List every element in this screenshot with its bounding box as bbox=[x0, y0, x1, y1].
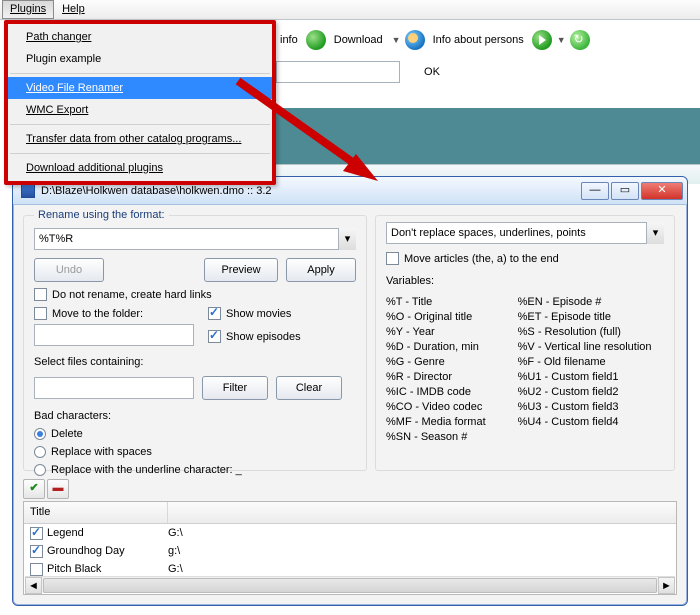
undo-button[interactable]: Undo bbox=[34, 258, 104, 282]
toolbar-info-persons-label[interactable]: Info about persons bbox=[429, 34, 528, 46]
menu-help[interactable]: Help bbox=[54, 0, 93, 19]
menu-item-video-file-renamer[interactable]: Video File Renamer bbox=[8, 77, 272, 99]
bad-chars-label: Bad characters: bbox=[34, 410, 356, 422]
menu-item-path-changer[interactable]: Path changer bbox=[8, 26, 272, 48]
apply-button[interactable]: Apply bbox=[286, 258, 356, 282]
menu-separator bbox=[10, 153, 270, 154]
bad-chars-underline-radio[interactable]: Replace with the underline character: _ bbox=[34, 464, 356, 476]
list-row[interactable]: Groundhog Day g:\ bbox=[24, 542, 676, 560]
col-path[interactable] bbox=[168, 502, 676, 523]
ok-button[interactable]: OK bbox=[404, 60, 460, 84]
toolbar-info-label[interactable]: info bbox=[276, 34, 302, 46]
bad-chars-delete-radio[interactable]: Delete bbox=[34, 428, 356, 440]
group-legend: Rename using the format: bbox=[34, 209, 169, 221]
uncheck-all-button[interactable]: ▬ bbox=[47, 479, 69, 499]
filter-button[interactable]: Filter bbox=[202, 376, 268, 400]
chevron-down-icon[interactable]: ▼ bbox=[391, 35, 401, 45]
window-title: D:\Blaze\Holkwen database\holkwen.dmo ::… bbox=[41, 185, 581, 197]
minimize-button[interactable]: — bbox=[581, 182, 609, 200]
plugins-menu: Path changer Plugin example Video File R… bbox=[4, 20, 276, 185]
menu-bar: Plugins Help bbox=[0, 0, 700, 20]
row-checkbox[interactable] bbox=[30, 563, 43, 576]
renamer-window: D:\Blaze\Holkwen database\holkwen.dmo ::… bbox=[12, 176, 688, 606]
menu-item-transfer-data[interactable]: Transfer data from other catalog program… bbox=[8, 128, 272, 150]
scroll-thumb[interactable] bbox=[43, 578, 657, 593]
refresh-icon[interactable] bbox=[570, 30, 590, 50]
select-files-input[interactable] bbox=[34, 377, 194, 399]
list-row[interactable]: Legend G:\ bbox=[24, 524, 676, 542]
app-icon bbox=[21, 184, 35, 198]
horizontal-scrollbar[interactable]: ◄ ► bbox=[25, 576, 675, 593]
col-title[interactable]: Title bbox=[24, 502, 168, 523]
show-episodes-checkbox[interactable]: Show episodes bbox=[208, 330, 301, 343]
rename-group: Rename using the format: ▾ Undo Preview … bbox=[23, 215, 367, 471]
row-checkbox[interactable] bbox=[30, 545, 43, 558]
row-checkbox[interactable] bbox=[30, 527, 43, 540]
file-list: Title Legend G:\ Groundhog Day g:\ Pitch… bbox=[23, 501, 677, 595]
maximize-button[interactable]: ▭ bbox=[611, 182, 639, 200]
scroll-left-icon[interactable]: ◄ bbox=[25, 577, 42, 594]
spaces-combo[interactable]: Don't replace spaces, underlines, points bbox=[386, 222, 664, 244]
menu-separator bbox=[10, 124, 270, 125]
globe-icon[interactable] bbox=[306, 30, 326, 50]
variables-col-1: %T - Title %O - Original title %Y - Year… bbox=[386, 293, 486, 443]
format-input[interactable] bbox=[34, 228, 356, 250]
toolbar-download-label[interactable]: Download bbox=[330, 34, 387, 46]
scroll-right-icon[interactable]: ► bbox=[658, 577, 675, 594]
chevron-down-icon[interactable]: ▾ bbox=[338, 228, 356, 250]
menu-item-download-plugins[interactable]: Download additional plugins bbox=[8, 157, 272, 179]
toolbar-fragment: info Download ▼ Info about persons ▼ bbox=[276, 24, 590, 56]
variables-label: Variables: bbox=[386, 275, 664, 287]
variables-col-2: %EN - Episode # %ET - Episode title %S -… bbox=[518, 293, 652, 443]
variables-group: Don't replace spaces, underlines, points… bbox=[375, 215, 675, 471]
move-folder-checkbox[interactable]: Move to the folder: bbox=[34, 307, 194, 320]
show-movies-checkbox[interactable]: Show movies bbox=[208, 307, 301, 320]
move-articles-checkbox[interactable]: Move articles (the, a) to the end bbox=[386, 252, 664, 265]
menu-item-wmc-export[interactable]: WMC Export bbox=[8, 99, 272, 121]
content-band bbox=[276, 108, 700, 164]
move-folder-input[interactable] bbox=[34, 324, 194, 346]
person-icon[interactable] bbox=[405, 30, 425, 50]
preview-button[interactable]: Preview bbox=[204, 258, 278, 282]
chevron-down-icon[interactable]: ▼ bbox=[556, 35, 566, 45]
menu-item-plugin-example[interactable]: Plugin example bbox=[8, 48, 272, 70]
menu-separator bbox=[10, 73, 270, 74]
clear-button[interactable]: Clear bbox=[276, 376, 342, 400]
select-files-label: Select files containing: bbox=[34, 356, 356, 368]
chevron-down-icon[interactable]: ▾ bbox=[646, 222, 664, 244]
no-rename-checkbox[interactable]: Do not rename, create hard links bbox=[34, 288, 356, 301]
close-button[interactable]: ✕ bbox=[641, 182, 683, 200]
menu-plugins[interactable]: Plugins bbox=[2, 0, 54, 19]
play-icon[interactable] bbox=[532, 30, 552, 50]
search-input[interactable] bbox=[276, 61, 400, 83]
bad-chars-spaces-radio[interactable]: Replace with spaces bbox=[34, 446, 356, 458]
check-all-button[interactable]: ✔ bbox=[23, 479, 45, 499]
